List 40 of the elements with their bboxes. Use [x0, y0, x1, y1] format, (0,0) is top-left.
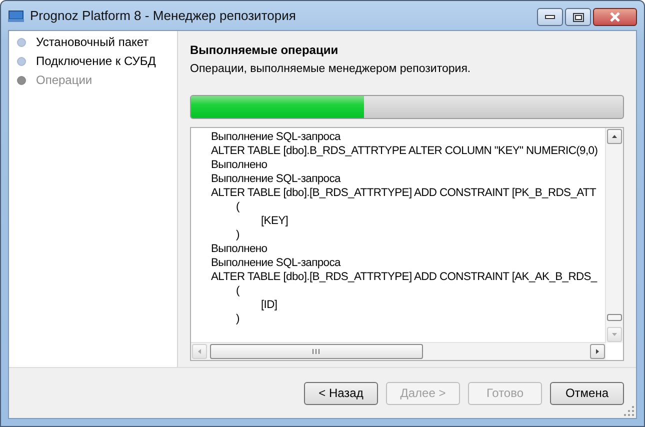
- close-button[interactable]: [593, 8, 637, 26]
- close-icon: [609, 12, 621, 22]
- minimize-button[interactable]: [537, 8, 563, 26]
- log-line: (: [236, 200, 240, 214]
- caret-left-icon: [198, 349, 201, 354]
- log-line: Выполнение SQL-запроса: [211, 256, 340, 270]
- log-line: Выполнение SQL-запроса: [211, 130, 340, 144]
- caret-right-icon: [596, 349, 599, 354]
- minimize-icon: [545, 15, 555, 19]
- log-line: ): [236, 312, 240, 326]
- log-line: Выполнение SQL-запроса: [211, 172, 340, 186]
- vertical-scrollbar[interactable]: [605, 128, 623, 343]
- wizard-button[interactable]: Отмена: [550, 382, 624, 404]
- log-line: [KEY]: [261, 214, 288, 228]
- wizard-step[interactable]: Подключение к СУБД: [17, 53, 177, 69]
- wizard-button[interactable]: < Назад: [304, 382, 378, 404]
- scroll-left-button[interactable]: [192, 344, 207, 359]
- log-line: ): [236, 228, 240, 242]
- log-line: [ID]: [261, 298, 278, 312]
- log-line: (: [236, 284, 240, 298]
- log-line: Выполнено: [211, 242, 268, 256]
- caret-up-icon: [612, 135, 617, 138]
- page-title: Выполняемые операции: [190, 43, 340, 57]
- log-line: ALTER TABLE [dbo].[B_RDS_ATTRTYPE] ADD CONSTRAINT [AK_AK_B_RDS_: [211, 270, 597, 284]
- scroll-thumb[interactable]: [210, 344, 423, 359]
- wizard-step[interactable]: Установочный пакет: [17, 34, 177, 50]
- scroll-up-button[interactable]: [607, 129, 622, 144]
- horizontal-scrollbar[interactable]: [191, 342, 606, 360]
- log-line: ALTER TABLE [dbo].B_RDS_ATTRTYPE ALTER COLUMN "KEY" NUMERIC(9,0): [211, 144, 598, 158]
- log-line: Выполнено: [211, 158, 268, 172]
- window-icon: [8, 10, 24, 22]
- page-subtitle: Операции, выполняемые менеджером репозитория.: [190, 63, 472, 75]
- maximize-button[interactable]: [565, 8, 591, 26]
- resize-grip-icon[interactable]: [624, 406, 634, 416]
- log-line: ALTER TABLE [dbo].[B_RDS_ATTRTYPE] ADD CONSTRAINT [PK_B_RDS_ATT: [211, 186, 596, 200]
- maximize-icon: [572, 12, 584, 22]
- window-title: Prognoz Platform 8 - Менеджер репозитория: [30, 8, 297, 23]
- caret-down-icon: [612, 333, 617, 336]
- scroll-thumb[interactable]: [607, 314, 622, 321]
- scroll-right-button[interactable]: [590, 344, 605, 359]
